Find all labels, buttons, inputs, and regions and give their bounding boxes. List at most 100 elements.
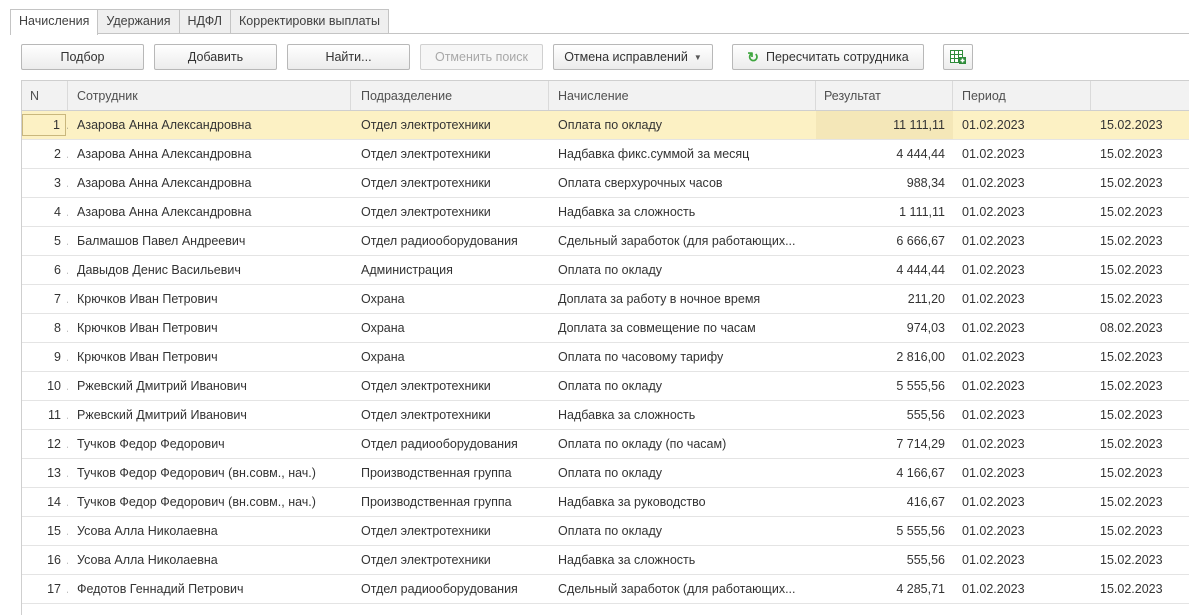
row-period[interactable]: 01.02.2023 xyxy=(953,401,1091,429)
row-result[interactable]: 555,56 xyxy=(816,401,953,429)
row-accrual[interactable]: Надбавка фикс.суммой за месяц xyxy=(549,140,816,168)
row-result[interactable]: 555,56 xyxy=(816,546,953,574)
row-department[interactable]: Отдел электротехники xyxy=(351,111,549,139)
row-period[interactable]: 01.02.2023 xyxy=(953,488,1091,516)
row-accrual[interactable]: Оплата по окладу xyxy=(549,256,816,284)
table-row[interactable]: 13 Тучков Федор Федорович (вн.совм., нач.… xyxy=(22,459,1189,488)
row-employee[interactable]: Азарова Анна Александровна xyxy=(68,169,351,197)
row-period-end[interactable]: 15.02.2023 xyxy=(1091,227,1189,255)
row-employee[interactable]: Тучков Федор Федорович (вн.совм., нач.) xyxy=(68,459,351,487)
row-period-end[interactable]: 15.02.2023 xyxy=(1091,285,1189,313)
tab-deductions[interactable]: Удержания xyxy=(97,9,180,34)
row-number[interactable]: 15 xyxy=(22,517,68,545)
row-department[interactable]: Отдел радиооборудования xyxy=(351,430,549,458)
table-row[interactable]: 8 Крючков Иван Петрович Охрана Доплата за с… xyxy=(22,314,1189,343)
row-number[interactable]: 2 xyxy=(22,140,68,168)
row-employee[interactable]: Азарова Анна Александровна xyxy=(68,140,351,168)
row-employee[interactable]: Тучков Федор Федорович (вн.совм., нач.) xyxy=(68,488,351,516)
row-period[interactable]: 01.02.2023 xyxy=(953,111,1091,139)
table-row[interactable]: 17 Федотов Геннадий Петрович Отдел радиооб… xyxy=(22,575,1189,604)
row-result[interactable]: 1 111,11 xyxy=(816,198,953,226)
row-period[interactable]: 01.02.2023 xyxy=(953,285,1091,313)
row-number[interactable]: 11 xyxy=(22,401,68,429)
row-department[interactable]: Отдел радиооборудования xyxy=(351,575,549,603)
row-employee[interactable]: Тучков Федор Федорович xyxy=(68,430,351,458)
row-employee[interactable]: Давыдов Денис Васильевич xyxy=(68,256,351,284)
row-number[interactable]: 4 xyxy=(22,198,68,226)
row-department[interactable]: Производственная группа xyxy=(351,459,549,487)
row-period-end[interactable]: 15.02.2023 xyxy=(1091,517,1189,545)
row-period[interactable]: 01.02.2023 xyxy=(953,169,1091,197)
row-department[interactable]: Отдел электротехники xyxy=(351,517,549,545)
row-result[interactable]: 211,20 xyxy=(816,285,953,313)
table-row[interactable]: 9 Крючков Иван Петрович Охрана Оплата по ча… xyxy=(22,343,1189,372)
row-period-end[interactable]: 15.02.2023 xyxy=(1091,198,1189,226)
row-accrual[interactable]: Сдельный заработок (для работающих... xyxy=(549,227,816,255)
row-result[interactable]: 4 166,67 xyxy=(816,459,953,487)
excel-export-button[interactable] xyxy=(943,44,973,70)
row-department[interactable]: Отдел электротехники xyxy=(351,546,549,574)
row-number[interactable]: 10 xyxy=(22,372,68,400)
row-period[interactable]: 01.02.2023 xyxy=(953,140,1091,168)
column-header-period[interactable]: Период xyxy=(953,81,1091,110)
row-result[interactable]: 988,34 xyxy=(816,169,953,197)
row-employee[interactable]: Усова Алла Николаевна xyxy=(68,546,351,574)
row-period[interactable]: 01.02.2023 xyxy=(953,227,1091,255)
cancel-search-button[interactable]: Отменить поиск xyxy=(420,44,543,70)
row-result[interactable]: 5 555,56 xyxy=(816,517,953,545)
add-button[interactable]: Добавить xyxy=(154,44,277,70)
row-period[interactable]: 01.02.2023 xyxy=(953,575,1091,603)
table-row[interactable]: 11 Ржевский Дмитрий Иванович Отдел электро… xyxy=(22,401,1189,430)
row-employee[interactable]: Ржевский Дмитрий Иванович xyxy=(68,372,351,400)
row-period[interactable]: 01.02.2023 xyxy=(953,517,1091,545)
row-result[interactable]: 5 555,56 xyxy=(816,372,953,400)
row-number[interactable]: 5 xyxy=(22,227,68,255)
row-result[interactable]: 974,03 xyxy=(816,314,953,342)
row-period-end[interactable]: 15.02.2023 xyxy=(1091,343,1189,371)
row-department[interactable]: Отдел электротехники xyxy=(351,140,549,168)
row-accrual[interactable]: Надбавка за руководство xyxy=(549,488,816,516)
row-accrual[interactable]: Доплата за совмещение по часам xyxy=(549,314,816,342)
row-period-end[interactable]: 15.02.2023 xyxy=(1091,459,1189,487)
row-period[interactable]: 01.02.2023 xyxy=(953,372,1091,400)
row-accrual[interactable]: Оплата по окладу xyxy=(549,111,816,139)
table-row[interactable]: 14 Тучков Федор Федорович (вн.совм., нач.… xyxy=(22,488,1189,517)
table-row[interactable]: 6 Давыдов Денис Васильевич Администрация Оп… xyxy=(22,256,1189,285)
row-result[interactable]: 11 111,11 xyxy=(816,111,953,139)
row-department[interactable]: Отдел радиооборудования xyxy=(351,227,549,255)
row-accrual[interactable]: Сдельный заработок (для работающих... xyxy=(549,575,816,603)
row-number[interactable]: 9 xyxy=(22,343,68,371)
column-header-number[interactable]: N xyxy=(22,81,68,110)
row-period-end[interactable]: 15.02.2023 xyxy=(1091,372,1189,400)
row-accrual[interactable]: Оплата по окладу (по часам) xyxy=(549,430,816,458)
tab-accruals[interactable]: Начисления xyxy=(10,9,99,35)
row-number[interactable]: 12 xyxy=(22,430,68,458)
row-accrual[interactable]: Доплата за работу в ночное время xyxy=(549,285,816,313)
row-employee[interactable]: Крючков Иван Петрович xyxy=(68,343,351,371)
table-row[interactable]: 3 Азарова Анна Александровна Отдел электро… xyxy=(22,169,1189,198)
recalculate-employee-button[interactable]: ↻ Пересчитать сотрудника xyxy=(732,44,924,70)
table-row[interactable]: 1 Азарова Анна Александровна Отдел электро… xyxy=(22,111,1189,140)
table-row[interactable]: 2 Азарова Анна Александровна Отдел электро… xyxy=(22,140,1189,169)
select-button[interactable]: Подбор xyxy=(21,44,144,70)
column-header-period-end[interactable] xyxy=(1091,81,1189,110)
row-accrual[interactable]: Надбавка за сложность xyxy=(549,546,816,574)
row-period[interactable]: 01.02.2023 xyxy=(953,198,1091,226)
table-row[interactable]: 12 Тучков Федор Федорович Отдел радиообору… xyxy=(22,430,1189,459)
row-period-end[interactable]: 15.02.2023 xyxy=(1091,111,1189,139)
row-employee[interactable]: Усова Алла Николаевна xyxy=(68,517,351,545)
row-employee[interactable]: Азарова Анна Александровна xyxy=(68,198,351,226)
row-employee[interactable]: Ржевский Дмитрий Иванович xyxy=(68,401,351,429)
row-period-end[interactable]: 15.02.2023 xyxy=(1091,488,1189,516)
row-number[interactable]: 3 xyxy=(22,169,68,197)
row-accrual[interactable]: Надбавка за сложность xyxy=(549,401,816,429)
row-result[interactable]: 7 714,29 xyxy=(816,430,953,458)
row-accrual[interactable]: Оплата сверхурочных часов xyxy=(549,169,816,197)
row-accrual[interactable]: Оплата по часовому тарифу xyxy=(549,343,816,371)
row-department[interactable]: Охрана xyxy=(351,314,549,342)
row-period-end[interactable]: 15.02.2023 xyxy=(1091,575,1189,603)
row-period[interactable]: 01.02.2023 xyxy=(953,430,1091,458)
tab-payment-corrections[interactable]: Корректировки выплаты xyxy=(230,9,389,34)
table-row[interactable]: 16 Усова Алла Николаевна Отдел электротехн… xyxy=(22,546,1189,575)
column-header-department[interactable]: Подразделение xyxy=(351,81,549,110)
